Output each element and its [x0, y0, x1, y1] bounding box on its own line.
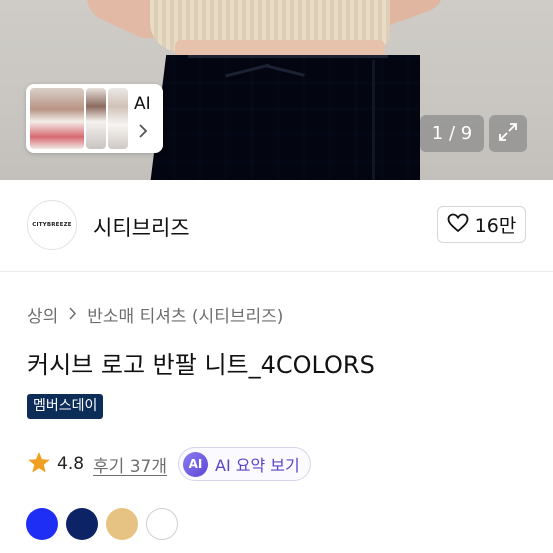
image-counter: 1 / 9 [420, 115, 484, 152]
thumbnail-image [86, 88, 106, 149]
color-swatch-beige[interactable] [106, 508, 138, 540]
breadcrumb-item[interactable]: 반소매 티셔츠 (시티브리즈) [87, 302, 283, 327]
brand-logo[interactable]: CITYBREEZE [27, 200, 77, 250]
thumbnail-strip-button[interactable]: AI [26, 84, 163, 153]
expand-icon [498, 122, 518, 146]
ai-icon: AI [183, 451, 209, 477]
color-swatches [26, 508, 178, 540]
thumbnail-image [108, 88, 128, 149]
rating-row: 4.8 후기 37개 AI AI 요약 보기 [27, 446, 311, 482]
product-title: 커시브 로고 반팔 니트_4COLORS [27, 351, 375, 379]
chevron-right-icon [137, 122, 149, 143]
like-count: 16만 [474, 215, 517, 237]
color-swatch-blue[interactable] [26, 508, 58, 540]
ai-summary-button[interactable]: AI AI 요약 보기 [178, 447, 311, 481]
chevron-right-icon [68, 305, 77, 325]
review-count-link[interactable]: 후기 37개 [93, 452, 167, 477]
ai-summary-label: AI 요약 보기 [215, 456, 300, 475]
rating-value: 4.8 [57, 454, 85, 474]
breadcrumb: 상의 반소매 티셔츠 (시티브리즈) [27, 302, 283, 327]
thumbnail-image [30, 88, 84, 149]
skirt-seam [372, 60, 375, 180]
model-skirt [150, 55, 420, 180]
thumbnail-ai-label: AI [134, 94, 151, 114]
star-icon [27, 451, 51, 478]
like-button[interactable]: 16만 [437, 206, 526, 243]
color-swatch-white[interactable] [146, 508, 178, 540]
brand-row[interactable]: CITYBREEZE 시티브리즈 16만 [0, 180, 553, 272]
event-badge: 멤버스데이 [27, 394, 104, 419]
color-swatch-navy[interactable] [66, 508, 98, 540]
brand-name[interactable]: 시티브리즈 [93, 212, 190, 242]
breadcrumb-item[interactable]: 상의 [27, 302, 58, 327]
heart-icon [447, 213, 469, 237]
expand-button[interactable] [489, 115, 527, 152]
strap-upper [188, 55, 388, 58]
product-image[interactable]: AI 1 / 9 [0, 0, 553, 180]
